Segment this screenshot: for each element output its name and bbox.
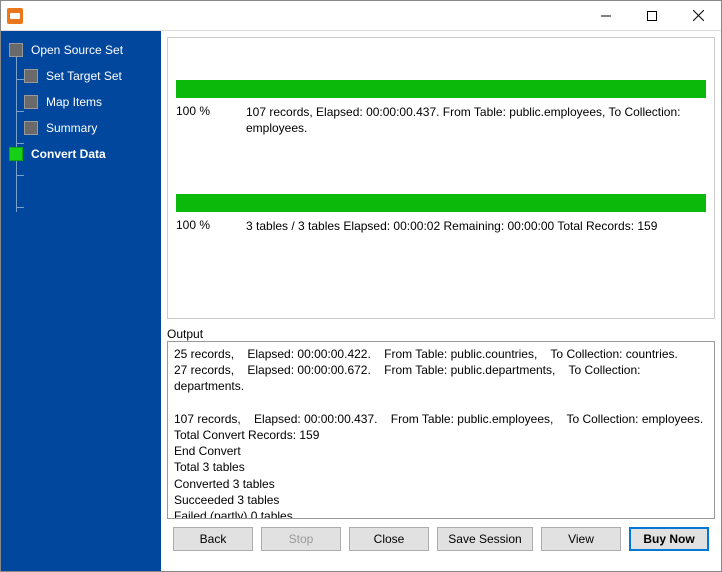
nav-tick <box>16 175 24 176</box>
step-box-icon <box>24 69 38 83</box>
main-panel: 100 % 107 records, Elapsed: 00:00:00.437… <box>161 31 721 571</box>
maximize-button[interactable] <box>629 1 675 30</box>
buy-now-button[interactable]: Buy Now <box>629 527 709 551</box>
save-session-button[interactable]: Save Session <box>437 527 533 551</box>
nav-label: Open Source Set <box>31 43 123 57</box>
nav-convert-data[interactable]: Convert Data <box>9 147 155 161</box>
close-button[interactable]: Close <box>349 527 429 551</box>
nav-label: Convert Data <box>31 147 106 161</box>
nav-tick <box>16 207 24 208</box>
close-window-button[interactable] <box>675 1 721 30</box>
nav-label: Map Items <box>46 95 102 109</box>
stop-button[interactable]: Stop <box>261 527 341 551</box>
item-progress-percent: 100 % <box>176 104 246 136</box>
nav-open-source-set[interactable]: Open Source Set <box>9 43 155 57</box>
nav-label: Summary <box>46 121 97 135</box>
nav-set-target-set[interactable]: Set Target Set <box>24 69 155 83</box>
back-button[interactable]: Back <box>173 527 253 551</box>
nav-connector-line <box>16 57 17 212</box>
step-box-icon <box>9 43 23 57</box>
minimize-button[interactable] <box>583 1 629 30</box>
nav-map-items[interactable]: Map Items <box>24 95 155 109</box>
overall-progress-details: 3 tables / 3 tables Elapsed: 00:00:02 Re… <box>246 218 706 234</box>
overall-progress-percent: 100 % <box>176 218 246 234</box>
nav-summary[interactable]: Summary <box>24 121 155 135</box>
app-icon <box>7 8 23 24</box>
output-log[interactable]: 25 records, Elapsed: 00:00:00.422. From … <box>167 341 715 519</box>
overall-progress-bar <box>176 194 706 212</box>
step-box-icon <box>24 95 38 109</box>
output-label: Output <box>167 327 715 341</box>
item-progress-row: 100 % 107 records, Elapsed: 00:00:00.437… <box>176 104 706 136</box>
view-button[interactable]: View <box>541 527 621 551</box>
nav-tick <box>16 143 24 144</box>
titlebar <box>1 1 721 31</box>
item-progress-details: 107 records, Elapsed: 00:00:00.437. From… <box>246 104 706 136</box>
step-box-icon <box>9 147 23 161</box>
nav-label: Set Target Set <box>46 69 122 83</box>
overall-progress-row: 100 % 3 tables / 3 tables Elapsed: 00:00… <box>176 218 706 234</box>
step-box-icon <box>24 121 38 135</box>
nav-tick <box>16 79 24 80</box>
window-controls <box>583 1 721 30</box>
nav-tick <box>16 111 24 112</box>
progress-section: 100 % 107 records, Elapsed: 00:00:00.437… <box>167 37 715 319</box>
item-progress-bar <box>176 80 706 98</box>
button-bar: Back Stop Close Save Session View Buy No… <box>167 519 715 559</box>
wizard-sidebar: Open Source Set Set Target Set Map Items… <box>1 31 161 571</box>
